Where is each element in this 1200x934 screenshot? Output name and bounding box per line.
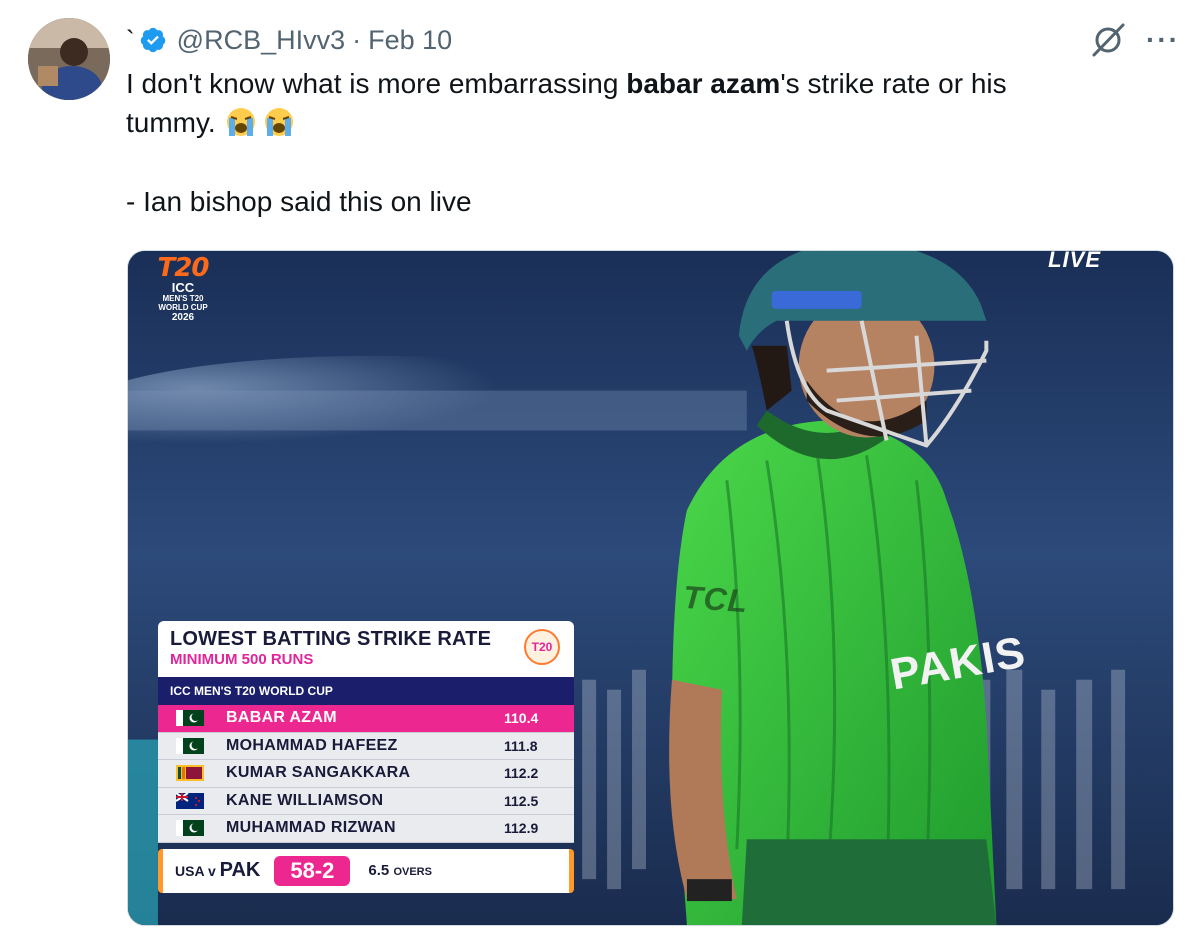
tweet-text-bold: babar azam <box>626 68 781 99</box>
loudly-crying-face-icon <box>223 106 259 138</box>
tweet-text-line3: - Ian bishop said this on live <box>126 186 472 217</box>
verified-badge-icon <box>139 26 167 54</box>
overs-label: OVERS <box>393 866 432 878</box>
grok-icon[interactable] <box>1090 22 1126 58</box>
overs-value: 6.5 <box>368 862 390 879</box>
logo-t20: T20 <box>157 253 210 283</box>
t20-badge-icon: T20 <box>524 629 560 665</box>
more-options-icon[interactable]: ··· <box>1146 26 1180 54</box>
loudly-crying-face-icon <box>261 106 297 138</box>
score-overs: 6.5 OVERS <box>368 862 432 879</box>
player-name: MOHAMMAD HAFEEZ <box>226 736 398 754</box>
tweet-body: I don't know what is more embarrassing b… <box>126 64 1176 142</box>
live-indicator: LIVE <box>1048 250 1101 272</box>
graphic-tournament: ICC MEN'S T20 WORLD CUP <box>158 677 574 705</box>
strike-rate: 110.4 <box>504 710 539 727</box>
table-row: BABAR AZAM 110.4 <box>158 705 574 733</box>
player-name: KANE WILLIAMSON <box>226 791 384 809</box>
player-name: KUMAR SANGAKKARA <box>226 764 411 782</box>
strike-rate: 112.5 <box>504 792 539 809</box>
logo-icc: ICC <box>171 280 195 295</box>
player-name: MUHAMMAD RIZWAN <box>226 819 396 837</box>
graphic-subtitle: MINIMUM 500 RUNS <box>170 651 314 668</box>
strike-rate: 112.9 <box>504 820 539 837</box>
team1: USA <box>175 863 205 879</box>
new-zealand-flag-icon <box>175 791 204 809</box>
table-row: MOHAMMAD HAFEEZ 111.8 <box>158 732 574 760</box>
table-row: KANE WILLIAMSON 112.5 <box>158 787 574 815</box>
display-name[interactable]: ` <box>126 27 135 53</box>
tweet-date[interactable]: Feb 10 <box>368 25 452 56</box>
logo-line1: MEN'S T20 <box>162 294 204 303</box>
strike-rate: 112.2 <box>504 765 539 782</box>
user-handle[interactable]: @RCB_HIvv3 <box>177 25 345 56</box>
logo-year: 2026 <box>171 312 195 323</box>
strike-rate: 111.8 <box>504 737 538 754</box>
versus: v <box>207 863 216 879</box>
tweet-media-image[interactable]: T20 ICC MEN'S T20 WORLD CUP 2026 LIVE TC… <box>127 250 1174 926</box>
stats-graphic: LOWEST BATTING STRIKE RATE MINIMUM 500 R… <box>158 621 574 893</box>
avatar[interactable] <box>28 18 110 100</box>
table-row: KUMAR SANGAKKARA 112.2 <box>158 760 574 788</box>
logo-line2: WORLD CUP <box>158 303 208 312</box>
player-name: BABAR AZAM <box>226 709 337 727</box>
world-cup-logo: T20 ICC MEN'S T20 WORLD CUP 2026 <box>138 255 228 323</box>
tweet-text-line2: tummy. <box>126 107 216 138</box>
graphic-title: LOWEST BATTING STRIKE RATE <box>170 628 492 650</box>
tweet-text-part1: I don't know what is more embarrassing <box>126 68 627 99</box>
tweet-text-part2: 's strike rate or his <box>780 68 1007 99</box>
score-runs: 58-2 <box>274 855 351 886</box>
score-teams: USA v PAK <box>175 859 260 882</box>
table-row: MUHAMMAD RIZWAN 112.9 <box>158 815 574 843</box>
team2: PAK <box>219 859 261 881</box>
shirt-sponsor: TCL <box>681 578 750 620</box>
pakistan-flag-icon <box>176 820 204 837</box>
pakistan-flag-icon <box>176 710 204 727</box>
pakistan-flag-icon <box>176 737 204 754</box>
tweet-header: ` @RCB_HIvv3 · Feb 10 ··· <box>126 20 1180 60</box>
score-bar: USA v PAK 58-2 6.5 OVERS <box>158 848 574 893</box>
graphic-header: LOWEST BATTING STRIKE RATE MINIMUM 500 R… <box>158 621 574 677</box>
sri-lanka-flag-icon <box>176 765 204 782</box>
separator-dot: · <box>352 24 362 55</box>
